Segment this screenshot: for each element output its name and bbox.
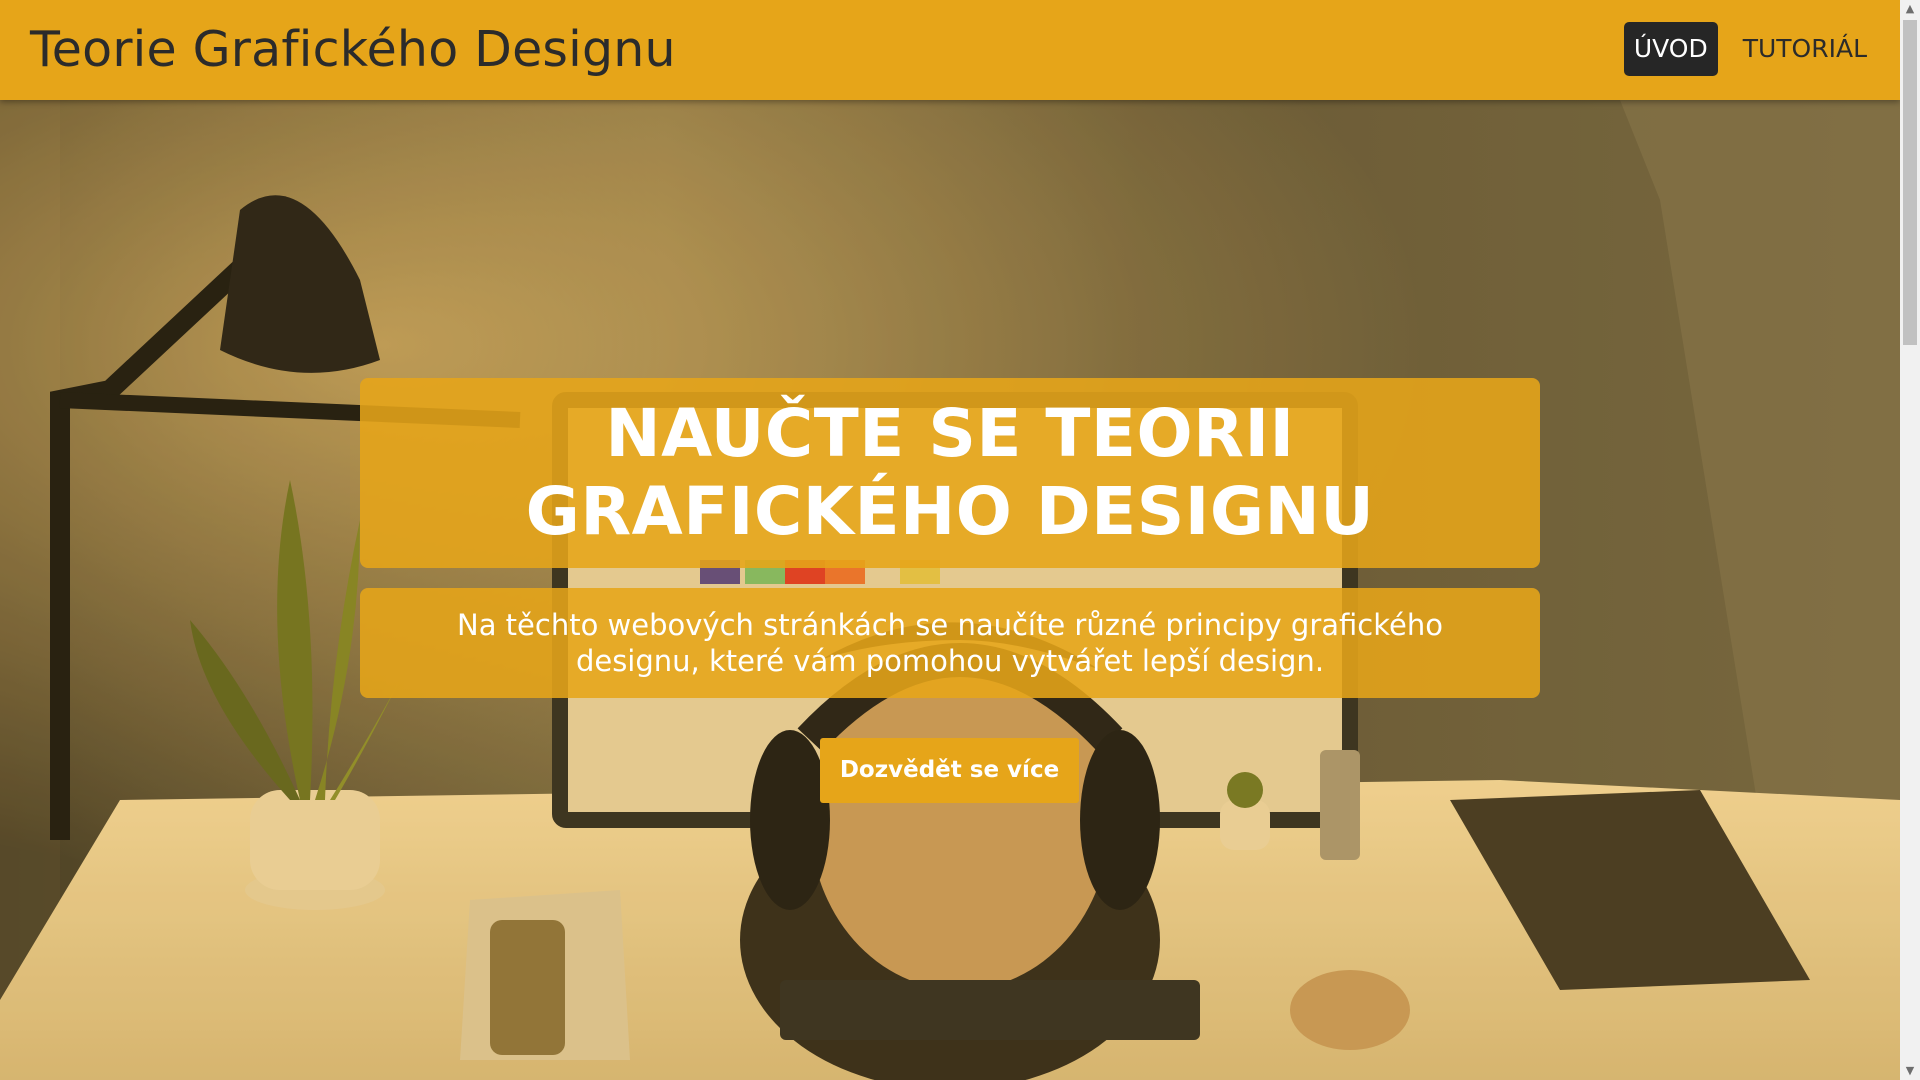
hero-section: NAUČTE SE TEORII GRAFICKÉHO DESIGNU Na t…	[0, 100, 1900, 1080]
nav-item-tutorial[interactable]: TUTORIÁL	[1730, 22, 1880, 76]
page: Teorie Grafického Designu ÚVOD TUTORIÁL	[0, 0, 1920, 1080]
main-nav: ÚVOD TUTORIÁL	[1623, 22, 1880, 76]
hero-subtitle-box: Na těchto webových stránkách se naučíte …	[360, 588, 1540, 698]
nav-item-uvod[interactable]: ÚVOD	[1623, 22, 1718, 76]
learn-more-button[interactable]: Dozvědět se více	[820, 738, 1079, 803]
page-scrollbar[interactable]: ▲ ▼	[1900, 0, 1920, 1080]
navbar: Teorie Grafického Designu ÚVOD TUTORIÁL	[0, 0, 1900, 100]
hero-title-box: NAUČTE SE TEORII GRAFICKÉHO DESIGNU	[360, 378, 1540, 568]
hero-title: NAUČTE SE TEORII GRAFICKÉHO DESIGNU	[525, 395, 1375, 550]
hero-subtitle: Na těchto webových stránkách se naučíte …	[457, 608, 1443, 678]
chevron-up-icon[interactable]: ▲	[1900, 0, 1920, 18]
chevron-down-icon[interactable]: ▼	[1900, 1062, 1920, 1080]
site-title[interactable]: Teorie Grafického Designu	[30, 18, 676, 82]
scroll-thumb[interactable]	[1903, 20, 1917, 345]
